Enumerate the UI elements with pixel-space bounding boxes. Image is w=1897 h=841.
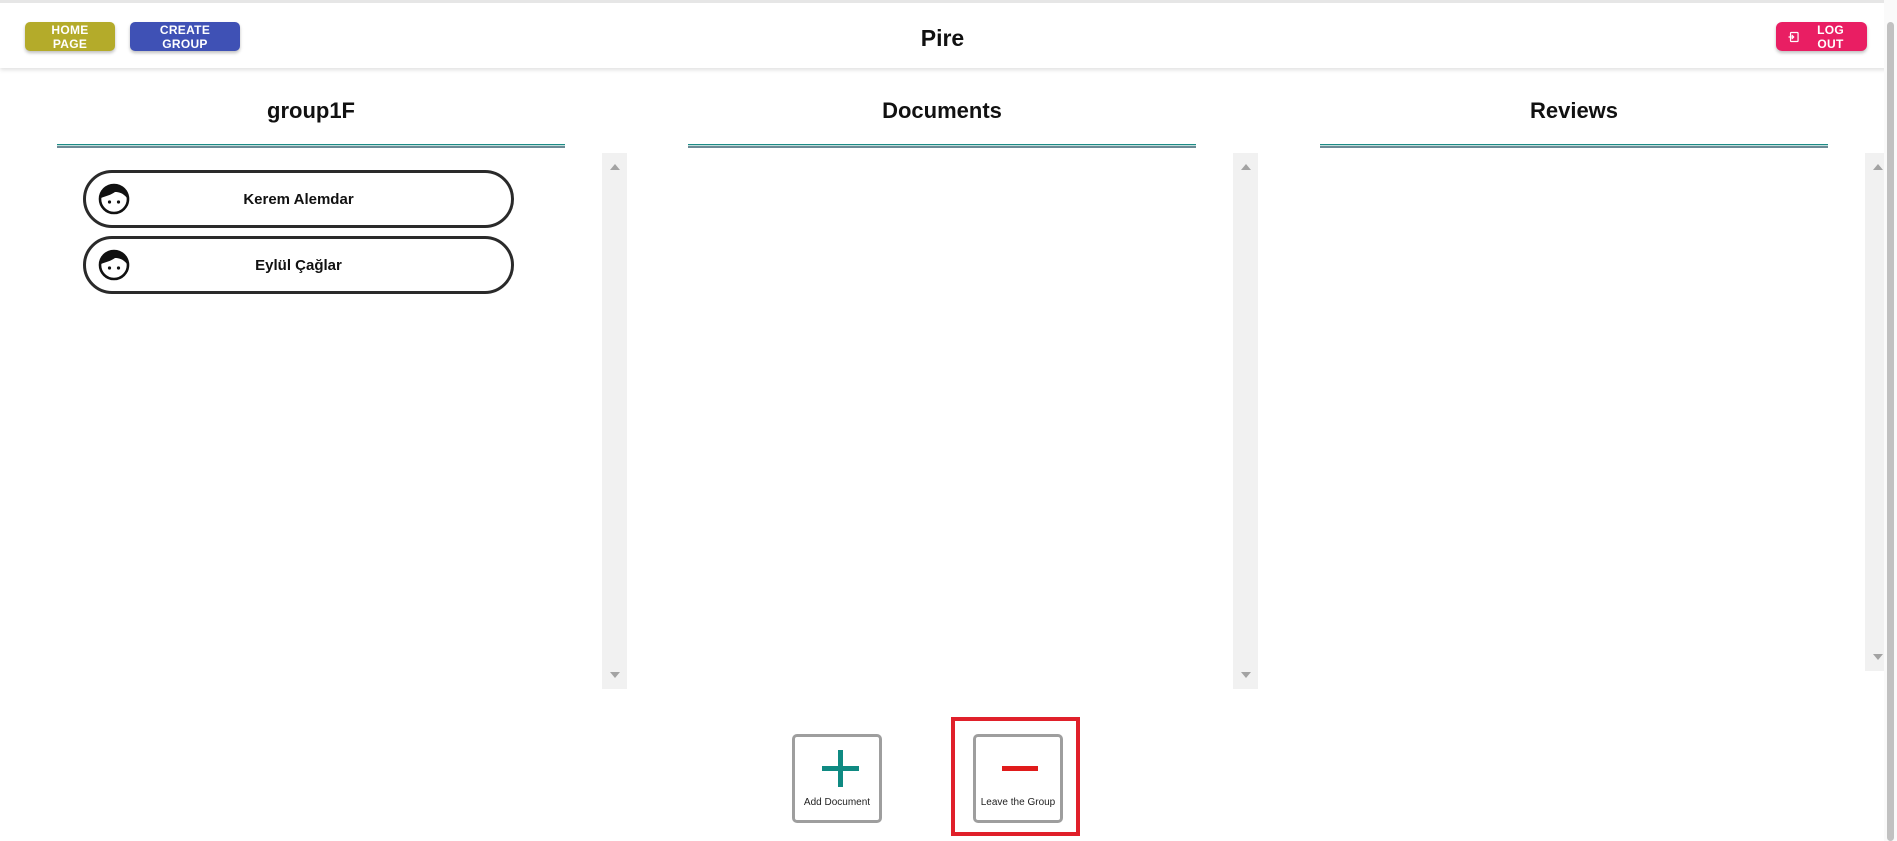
documents-title: Documents xyxy=(882,98,1002,123)
logout-icon xyxy=(1788,31,1799,42)
add-document-button[interactable]: Add Document xyxy=(792,734,882,823)
group-title: group1F xyxy=(267,98,355,123)
documents-divider xyxy=(688,144,1196,148)
logout-button[interactable]: LOG OUT xyxy=(1776,22,1867,51)
leave-group-label: Leave the Group xyxy=(980,797,1056,808)
scroll-up-arrow-icon[interactable] xyxy=(610,164,620,170)
leave-group-button[interactable]: Leave the Group xyxy=(973,734,1063,823)
page-scrollbar[interactable] xyxy=(1884,0,1897,841)
documents-scrollbar[interactable] xyxy=(1233,153,1258,689)
page-scrollbar-thumb[interactable] xyxy=(1887,22,1894,841)
scroll-down-arrow-icon[interactable] xyxy=(1873,654,1883,660)
scroll-down-arrow-icon[interactable] xyxy=(1241,672,1251,678)
top-bar: HOME PAGE CREATE GROUP Pire LOG OUT xyxy=(0,0,1897,68)
scroll-up-arrow-icon[interactable] xyxy=(1241,164,1251,170)
scroll-down-arrow-icon[interactable] xyxy=(610,672,620,678)
member-card[interactable]: Kerem Alemdar xyxy=(83,170,514,228)
logout-label: LOG OUT xyxy=(1817,22,1844,51)
member-name: Kerem Alemdar xyxy=(243,191,354,208)
member-name: Eylül Çağlar xyxy=(255,257,342,274)
reviews-title: Reviews xyxy=(1529,98,1619,123)
group-page: HOME PAGE CREATE GROUP Pire LOG OUT grou… xyxy=(0,0,1897,841)
group-divider xyxy=(57,144,565,148)
add-document-label: Add Document xyxy=(803,797,871,808)
app-title: Pire xyxy=(920,25,965,51)
reviews-divider xyxy=(1320,144,1828,148)
member-card[interactable]: Eylül Çağlar xyxy=(83,236,514,294)
plus-icon xyxy=(822,750,859,787)
scroll-up-arrow-icon[interactable] xyxy=(1873,164,1883,170)
minus-icon xyxy=(1002,766,1038,771)
members-scrollbar[interactable] xyxy=(602,153,627,689)
